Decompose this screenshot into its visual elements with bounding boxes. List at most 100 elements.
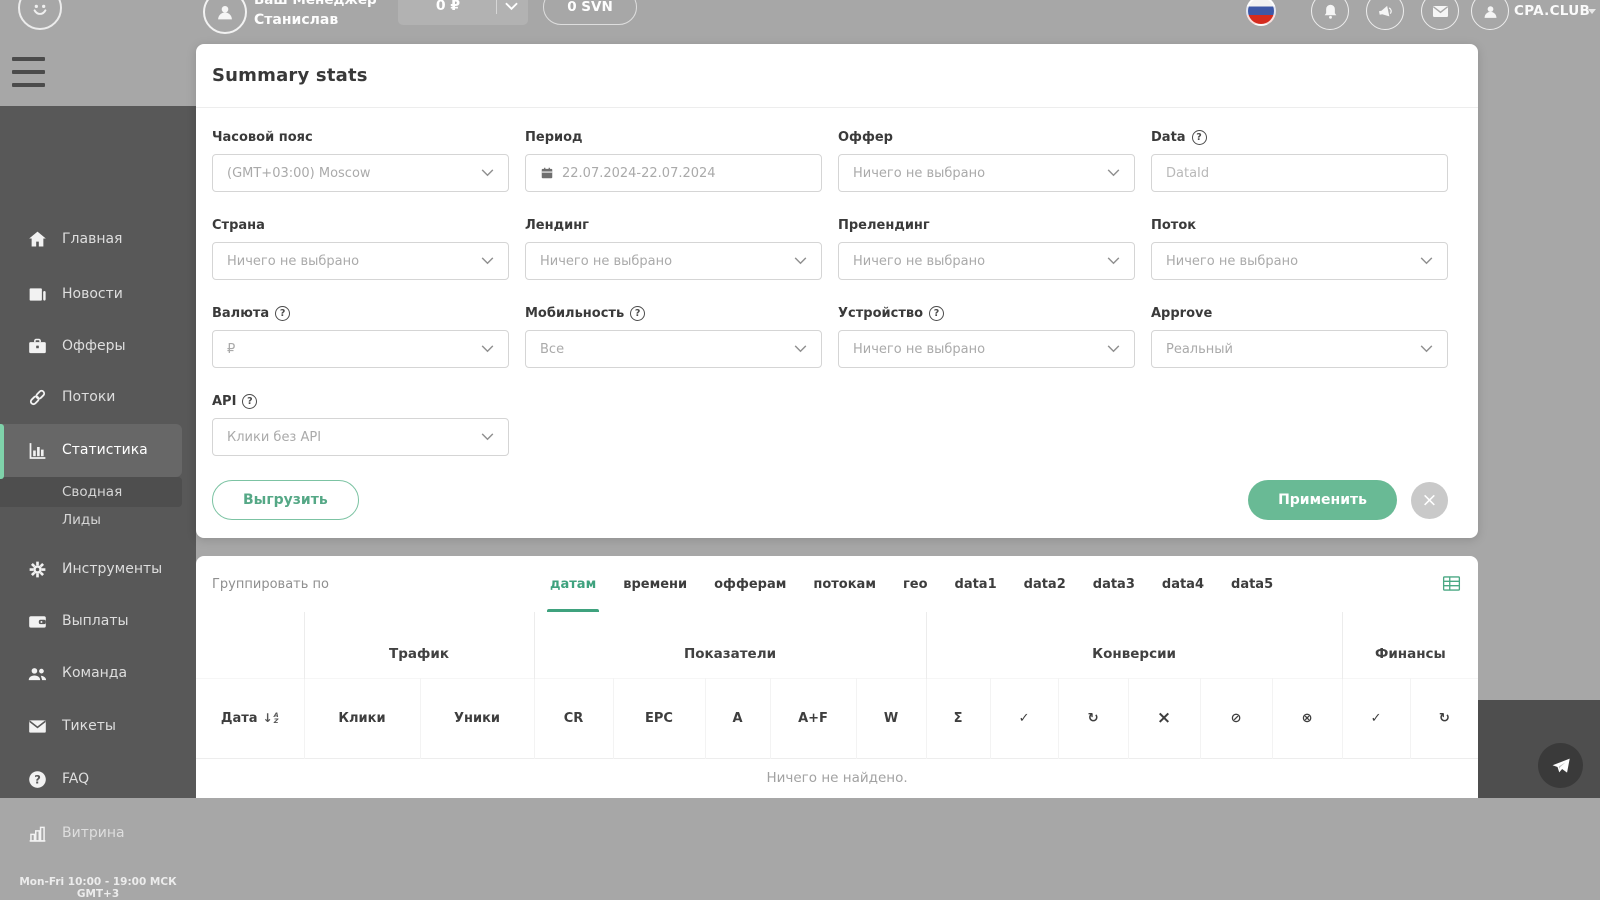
tab-geo[interactable]: гео <box>903 556 928 612</box>
menu-toggle-button[interactable] <box>12 57 45 96</box>
sidebar-item-flows[interactable]: Потоки <box>0 375 196 419</box>
language-flag-icon[interactable] <box>1246 0 1276 26</box>
filter-approve: Approve Реальный <box>1151 304 1448 368</box>
column-approved-check-icon: ✓ <box>990 677 1059 758</box>
sidebar-item-tools[interactable]: Инструменты <box>0 547 196 591</box>
filter-flow: Поток Ничего не выбрано <box>1151 216 1448 280</box>
news-icon <box>26 283 48 305</box>
announcements-button[interactable] <box>1366 0 1404 30</box>
column-date[interactable]: Дата ↓ A Z <box>196 677 305 758</box>
mail-button[interactable] <box>1421 0 1459 30</box>
sidebar-item-showcase[interactable]: Витрина <box>0 811 196 855</box>
landing-select[interactable]: Ничего не выбрано <box>525 242 822 280</box>
period-daterange-input[interactable]: 22.07.2024-22.07.2024 <box>525 154 822 192</box>
filter-data: Data? <box>1151 128 1448 192</box>
export-button[interactable]: Выгрузить <box>212 480 359 520</box>
manager-avatar <box>203 0 247 34</box>
megaphone-icon <box>1378 5 1392 16</box>
filter-currency: Валюта? ₽ <box>212 304 509 368</box>
column-hold-refresh-icon: ↻ <box>1410 677 1478 758</box>
sidebar-subitem-summary[interactable]: Сводная <box>0 477 196 507</box>
telegram-plane-icon <box>1552 758 1570 773</box>
filter-device: Устройство? Ничего не выбрано <box>838 304 1135 368</box>
filter-mobility: Мобильность? Все <box>525 304 822 368</box>
sidebar-item-faq[interactable]: ? FAQ <box>0 757 196 801</box>
sidebar-item-home[interactable]: Главная <box>0 217 196 261</box>
tab-data4[interactable]: data4 <box>1162 556 1204 612</box>
chevron-down-icon <box>1107 345 1120 353</box>
tab-data3[interactable]: data3 <box>1093 556 1135 612</box>
help-icon[interactable]: ? <box>275 305 291 321</box>
tab-flows[interactable]: потокам <box>813 556 876 612</box>
active-item-accent-bar <box>0 424 4 479</box>
chevron-down-icon <box>1588 9 1596 14</box>
flow-select[interactable]: Ничего не выбрано <box>1151 242 1448 280</box>
tab-dates[interactable]: датам <box>546 556 600 612</box>
group-header-conversions: Конверсии <box>926 612 1343 678</box>
bar-chart-icon <box>26 439 48 461</box>
column-rejected-x-icon: × <box>1128 677 1201 758</box>
device-select[interactable]: Ничего не выбрано <box>838 330 1135 368</box>
app-logo[interactable] <box>18 0 62 30</box>
chevron-down-icon <box>1420 345 1433 353</box>
column-w: W <box>856 677 927 758</box>
balance-svn-pill[interactable]: 0 SVN <box>543 0 637 25</box>
stats-table: Трафик Показатели Конверсии Финансы Дата… <box>196 612 1478 798</box>
wallet-icon <box>26 610 48 632</box>
empty-state-text: Ничего не найдено. <box>196 757 1478 798</box>
grouping-bar: Группировать по датам времени офферам по… <box>196 556 1478 612</box>
tab-offers[interactable]: офферам <box>714 556 786 612</box>
timezone-select[interactable]: (GMT+03:00) Moscow <box>212 154 509 192</box>
people-icon <box>26 662 48 684</box>
columns-settings-button[interactable] <box>1441 573 1462 598</box>
column-trash-ban-icon: ⊘ <box>1200 677 1273 758</box>
dataid-input[interactable] <box>1151 154 1448 192</box>
balance-rub-dropdown[interactable]: 0 ₽ <box>398 0 528 25</box>
prelanding-select[interactable]: Ничего не выбрано <box>838 242 1135 280</box>
offer-select[interactable]: Ничего не выбрано <box>838 154 1135 192</box>
account-button[interactable] <box>1471 0 1509 30</box>
manager-name: Станислав <box>254 12 339 28</box>
close-filters-button[interactable]: × <box>1411 481 1448 519</box>
sidebar-item-tickets[interactable]: Тикеты <box>0 704 196 748</box>
chevron-down-icon <box>1420 257 1433 265</box>
column-total-sigma-icon: Σ <box>926 677 991 758</box>
help-icon[interactable]: ? <box>929 305 945 321</box>
sidebar-item-payouts[interactable]: Выплаты <box>0 599 196 643</box>
approve-select[interactable]: Реальный <box>1151 330 1448 368</box>
api-select[interactable]: Клики без API <box>212 418 509 456</box>
divider <box>496 0 497 14</box>
chevron-down-icon <box>481 169 494 177</box>
filter-timezone: Часовой пояс (GMT+03:00) Moscow <box>212 128 509 192</box>
grouping-label: Группировать по <box>212 576 329 592</box>
chevron-down-icon <box>505 2 518 10</box>
help-icon[interactable]: ? <box>1191 129 1207 145</box>
mobility-select[interactable]: Все <box>525 330 822 368</box>
logo-face-icon <box>33 4 47 15</box>
calendar-icon <box>541 167 553 179</box>
help-icon[interactable]: ? <box>242 393 258 409</box>
sidebar-item-news[interactable]: Новости <box>0 272 196 316</box>
column-paid-check-icon: ✓ <box>1342 677 1411 758</box>
chevron-down-icon <box>794 345 807 353</box>
chevron-down-icon <box>481 345 494 353</box>
notifications-button[interactable] <box>1311 0 1349 30</box>
telegram-fab[interactable] <box>1538 743 1583 788</box>
country-select[interactable]: Ничего не выбрано <box>212 242 509 280</box>
sidebar-item-offers[interactable]: Офферы <box>0 324 196 368</box>
tab-data5[interactable]: data5 <box>1231 556 1273 612</box>
brand-menu[interactable]: CPA.CLUB <box>1514 3 1590 19</box>
grouping-tabs: датам времени офферам потокам гео data1 … <box>546 556 1273 612</box>
tab-time[interactable]: времени <box>623 556 687 612</box>
help-icon[interactable]: ? <box>630 305 646 321</box>
filter-offer: Оффер Ничего не выбрано <box>838 128 1135 192</box>
currency-select[interactable]: ₽ <box>212 330 509 368</box>
sidebar-subitem-leads[interactable]: Лиды <box>0 505 196 535</box>
sidebar-item-statistics[interactable]: Статистика <box>0 428 196 472</box>
apply-button[interactable]: Применить <box>1248 480 1397 520</box>
tab-data1[interactable]: data1 <box>955 556 997 612</box>
tab-data2[interactable]: data2 <box>1024 556 1066 612</box>
sidebar-item-team[interactable]: Команда <box>0 651 196 695</box>
filter-api: API? Клики без API <box>212 392 509 456</box>
column-epc: EPC <box>613 677 706 758</box>
